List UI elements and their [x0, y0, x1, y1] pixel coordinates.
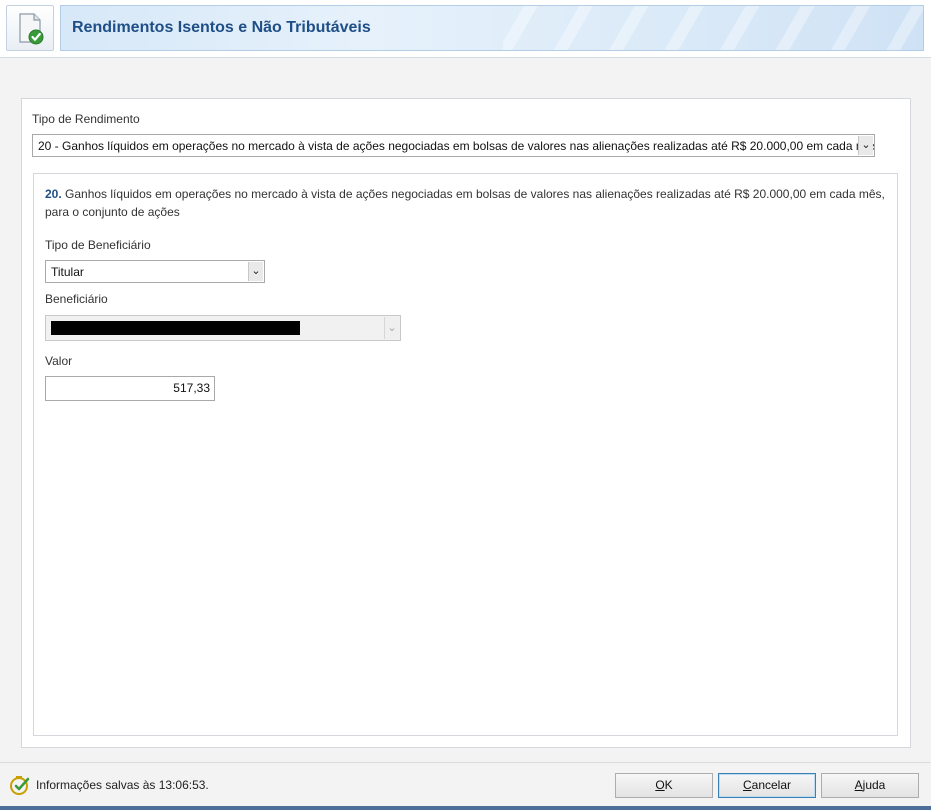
tipo-beneficiario-select[interactable]: Titular ⌄: [45, 260, 265, 283]
details-panel: [33, 173, 898, 736]
window-bottom-border: [0, 806, 931, 810]
redacted-beneficiario-value: [51, 321, 300, 335]
cancel-accelerator: C: [742, 778, 752, 792]
rendimento-description-text: Ganhos líquidos em operações no mercado …: [45, 187, 885, 219]
page-title: Rendimentos Isentos e Não Tributáveis: [72, 19, 371, 36]
tipo-rendimento-select[interactable]: 20 - Ganhos líquidos em operações no mer…: [32, 134, 875, 157]
valor-input[interactable]: 517,33: [45, 376, 215, 401]
chevron-down-icon[interactable]: ⌄: [248, 262, 263, 281]
beneficiario-select[interactable]: ⌄: [45, 315, 401, 341]
help-label: juda: [862, 778, 886, 792]
valor-label: Valor: [45, 354, 73, 368]
header-title-bar: Rendimentos Isentos e Não Tributáveis: [60, 5, 924, 51]
beneficiario-label: Beneficiário: [45, 292, 108, 306]
dialog-header: Rendimentos Isentos e Não Tributáveis: [0, 0, 931, 58]
chevron-down-icon[interactable]: ⌄: [858, 136, 873, 155]
rendimento-number: 20.: [45, 187, 62, 201]
dialog-window: Rendimentos Isentos e Não Tributáveis Ti…: [0, 0, 931, 810]
help-button[interactable]: Ajuda: [821, 773, 919, 798]
tipo-rendimento-label: Tipo de Rendimento: [32, 112, 140, 126]
rendimento-description: 20. Ganhos líquidos em operações no merc…: [45, 185, 885, 221]
document-check-icon: [6, 5, 54, 51]
cancel-button[interactable]: Cancelar: [718, 773, 816, 798]
cancel-label: ancelar: [751, 778, 792, 792]
tipo-beneficiario-label: Tipo de Beneficiário: [45, 238, 151, 252]
tipo-beneficiario-value: Titular: [51, 265, 84, 279]
ok-button[interactable]: OK: [615, 773, 713, 798]
saved-check-icon: [10, 776, 30, 795]
help-accelerator: A: [854, 778, 863, 792]
chevron-down-icon: ⌄: [384, 317, 399, 339]
tipo-rendimento-value: 20 - Ganhos líquidos em operações no mer…: [38, 139, 874, 153]
ok-label: K: [664, 778, 673, 792]
ok-accelerator: O: [655, 778, 665, 792]
status-text: Informações salvas às 13:06:53.: [36, 778, 209, 792]
